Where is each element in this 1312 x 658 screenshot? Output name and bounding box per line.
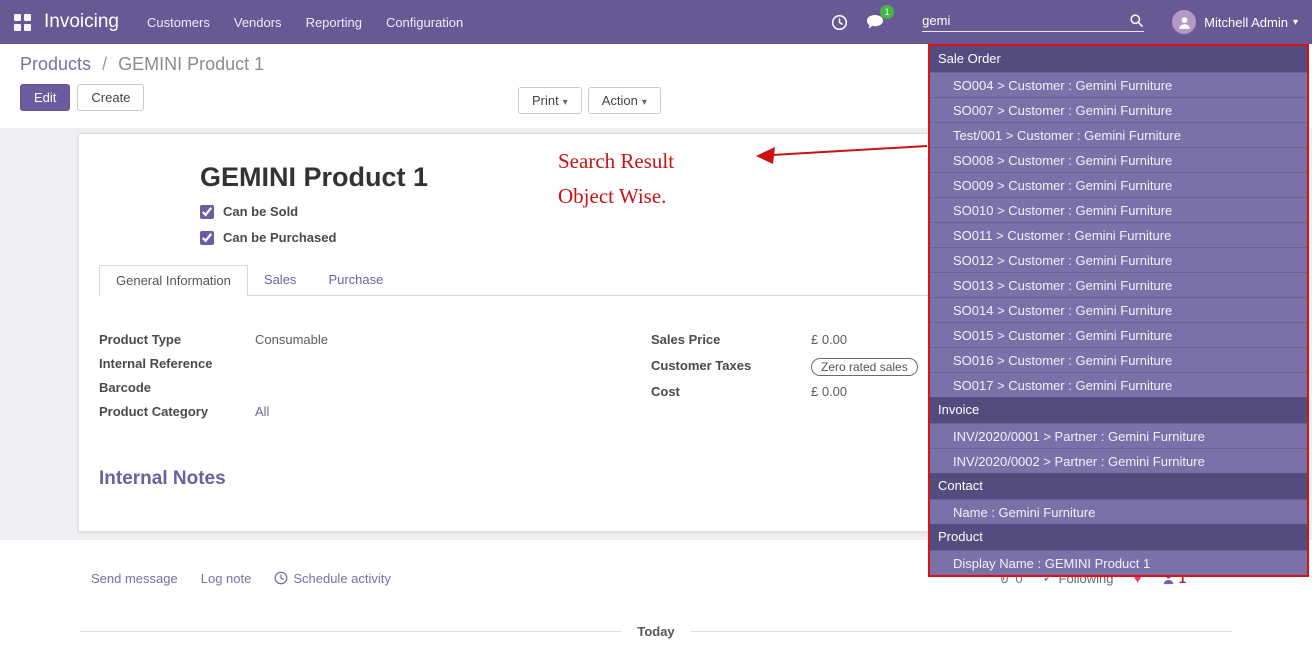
today-divider: Today — [80, 624, 1232, 639]
menu-reporting[interactable]: Reporting — [306, 15, 362, 30]
annotation-note: Search Result Object Wise. — [558, 144, 674, 214]
user-avatar[interactable] — [1172, 10, 1196, 34]
search-icon[interactable] — [1129, 13, 1144, 28]
user-menu[interactable]: Mitchell Admin — [1204, 15, 1288, 30]
search-result-item[interactable]: SO012 > Customer : Gemini Furniture — [930, 247, 1307, 272]
messages-count-badge: 1 — [880, 5, 894, 19]
field-label: Barcode — [99, 380, 255, 395]
search-group-header-invoice: Invoice — [930, 397, 1307, 423]
activities-clock-icon[interactable] — [826, 9, 852, 35]
create-button[interactable]: Create — [77, 84, 144, 111]
send-message-button[interactable]: Send message — [91, 571, 178, 586]
breadcrumb-separator: / — [102, 54, 107, 74]
action-menus: Print ▾ Action ▾ — [518, 87, 661, 114]
search-group-header-contact: Contact — [930, 473, 1307, 499]
field-value: £ 0.00 — [811, 332, 847, 347]
search-result-item[interactable]: SO004 > Customer : Gemini Furniture — [930, 72, 1307, 97]
user-menu-caret-icon: ▾ — [1293, 17, 1298, 28]
search-input[interactable] — [922, 13, 1129, 28]
tab-sales[interactable]: Sales — [248, 265, 313, 295]
print-menu-label: Print — [532, 93, 559, 108]
search-result-item[interactable]: Test/001 > Customer : Gemini Furniture — [930, 122, 1307, 147]
search-group-header-sale-order: Sale Order — [930, 46, 1307, 72]
schedule-activity-clock-icon — [274, 571, 288, 585]
menu-vendors[interactable]: Vendors — [234, 15, 282, 30]
can-be-sold-row[interactable]: Can be Sold — [200, 204, 298, 219]
top-navbar: Invoicing Customers Vendors Reporting Co… — [0, 0, 1312, 44]
tab-general-information[interactable]: General Information — [99, 265, 248, 296]
search-result-item[interactable]: INV/2020/0002 > Partner : Gemini Furnitu… — [930, 448, 1307, 473]
customer-tax-tag[interactable]: Zero rated sales — [811, 358, 918, 376]
app-name[interactable]: Invoicing — [44, 11, 119, 33]
breadcrumb-products-link[interactable]: Products — [20, 54, 91, 74]
search-result-item[interactable]: SO009 > Customer : Gemini Furniture — [930, 172, 1307, 197]
search-result-item[interactable]: SO016 > Customer : Gemini Furniture — [930, 347, 1307, 372]
main-menu-bar: Customers Vendors Reporting Configuratio… — [147, 15, 487, 30]
annotation-line-2: Object Wise. — [558, 179, 674, 214]
field-label: Sales Price — [651, 332, 811, 347]
field-product-type: Product Type Consumable — [99, 332, 559, 351]
field-label: Customer Taxes — [651, 358, 811, 373]
apps-grid-icon[interactable] — [14, 14, 31, 31]
navbar-search-box — [922, 13, 1144, 32]
field-internal-reference: Internal Reference — [99, 356, 559, 375]
breadcrumb-current: GEMINI Product 1 — [118, 54, 264, 74]
invoicing-app-window: Invoicing Customers Vendors Reporting Co… — [0, 0, 1312, 658]
field-label: Internal Reference — [99, 356, 255, 371]
navbar-right-section: 1 Mitchell Admin ▾ — [826, 9, 1298, 35]
action-caret-icon: ▾ — [642, 97, 647, 108]
action-menu-button[interactable]: Action ▾ — [588, 87, 661, 114]
search-result-item[interactable]: SO013 > Customer : Gemini Furniture — [930, 272, 1307, 297]
annotation-line-1: Search Result — [558, 144, 674, 179]
log-note-button[interactable]: Log note — [201, 571, 252, 586]
can-be-purchased-checkbox[interactable] — [200, 231, 214, 245]
search-result-item[interactable]: SO010 > Customer : Gemini Furniture — [930, 197, 1307, 222]
search-results-dropdown: Sale Order SO004 > Customer : Gemini Fur… — [928, 44, 1309, 577]
field-label: Product Type — [99, 332, 255, 347]
field-value: Consumable — [255, 332, 328, 347]
can-be-purchased-row[interactable]: Can be Purchased — [200, 230, 336, 245]
search-group-header-product: Product — [930, 524, 1307, 550]
fields-left-column: Product Type Consumable Internal Referen… — [99, 332, 559, 428]
search-result-item[interactable]: INV/2020/0001 > Partner : Gemini Furnitu… — [930, 423, 1307, 448]
search-result-item[interactable]: Name : Gemini Furniture — [930, 499, 1307, 524]
can-be-sold-checkbox[interactable] — [200, 205, 214, 219]
messages-icon[interactable]: 1 — [862, 9, 888, 35]
divider-line — [691, 631, 1232, 632]
tab-purchase[interactable]: Purchase — [312, 265, 399, 295]
schedule-activity-label: Schedule activity — [293, 571, 391, 586]
search-result-item[interactable]: SO008 > Customer : Gemini Furniture — [930, 147, 1307, 172]
field-product-category: Product Category All — [99, 404, 559, 423]
print-menu-button[interactable]: Print ▾ — [518, 87, 582, 114]
search-result-item[interactable]: SO007 > Customer : Gemini Furniture — [930, 97, 1307, 122]
search-result-item[interactable]: SO017 > Customer : Gemini Furniture — [930, 372, 1307, 397]
schedule-activity-button[interactable]: Schedule activity — [274, 571, 391, 586]
divider-line — [80, 631, 621, 632]
menu-configuration[interactable]: Configuration — [386, 15, 463, 30]
field-label: Cost — [651, 384, 811, 399]
menu-customers[interactable]: Customers — [147, 15, 210, 30]
edit-button[interactable]: Edit — [20, 84, 70, 111]
can-be-purchased-label: Can be Purchased — [223, 230, 336, 245]
today-label: Today — [621, 624, 690, 639]
field-label: Product Category — [99, 404, 255, 419]
search-result-item[interactable]: Display Name : GEMINI Product 1 — [930, 550, 1307, 575]
can-be-sold-label: Can be Sold — [223, 204, 298, 219]
field-value: £ 0.00 — [811, 384, 847, 399]
annotation-arrow — [752, 138, 932, 168]
search-result-item[interactable]: SO011 > Customer : Gemini Furniture — [930, 222, 1307, 247]
print-caret-icon: ▾ — [563, 97, 568, 108]
field-barcode: Barcode — [99, 380, 559, 399]
product-category-link[interactable]: All — [255, 404, 269, 419]
search-result-item[interactable]: SO015 > Customer : Gemini Furniture — [930, 322, 1307, 347]
action-menu-label: Action — [602, 93, 638, 108]
search-result-item[interactable]: SO014 > Customer : Gemini Furniture — [930, 297, 1307, 322]
